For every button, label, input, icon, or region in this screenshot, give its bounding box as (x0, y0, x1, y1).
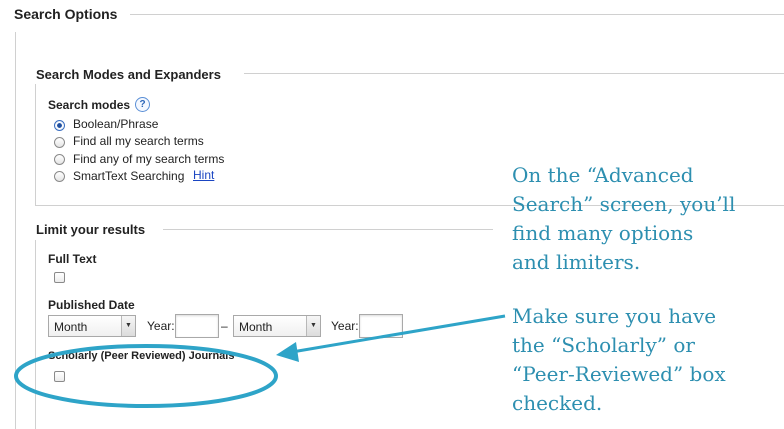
annotation-note-scholarly: Make sure you have the “Scholarly” or “P… (512, 304, 726, 415)
annotation-arrow-head (276, 342, 299, 362)
highlight-ellipse (14, 344, 278, 408)
annotation-arrow-line (291, 314, 506, 354)
annotation-note-advanced-search: On the “Advanced Search” screen, you’ll … (512, 163, 736, 274)
